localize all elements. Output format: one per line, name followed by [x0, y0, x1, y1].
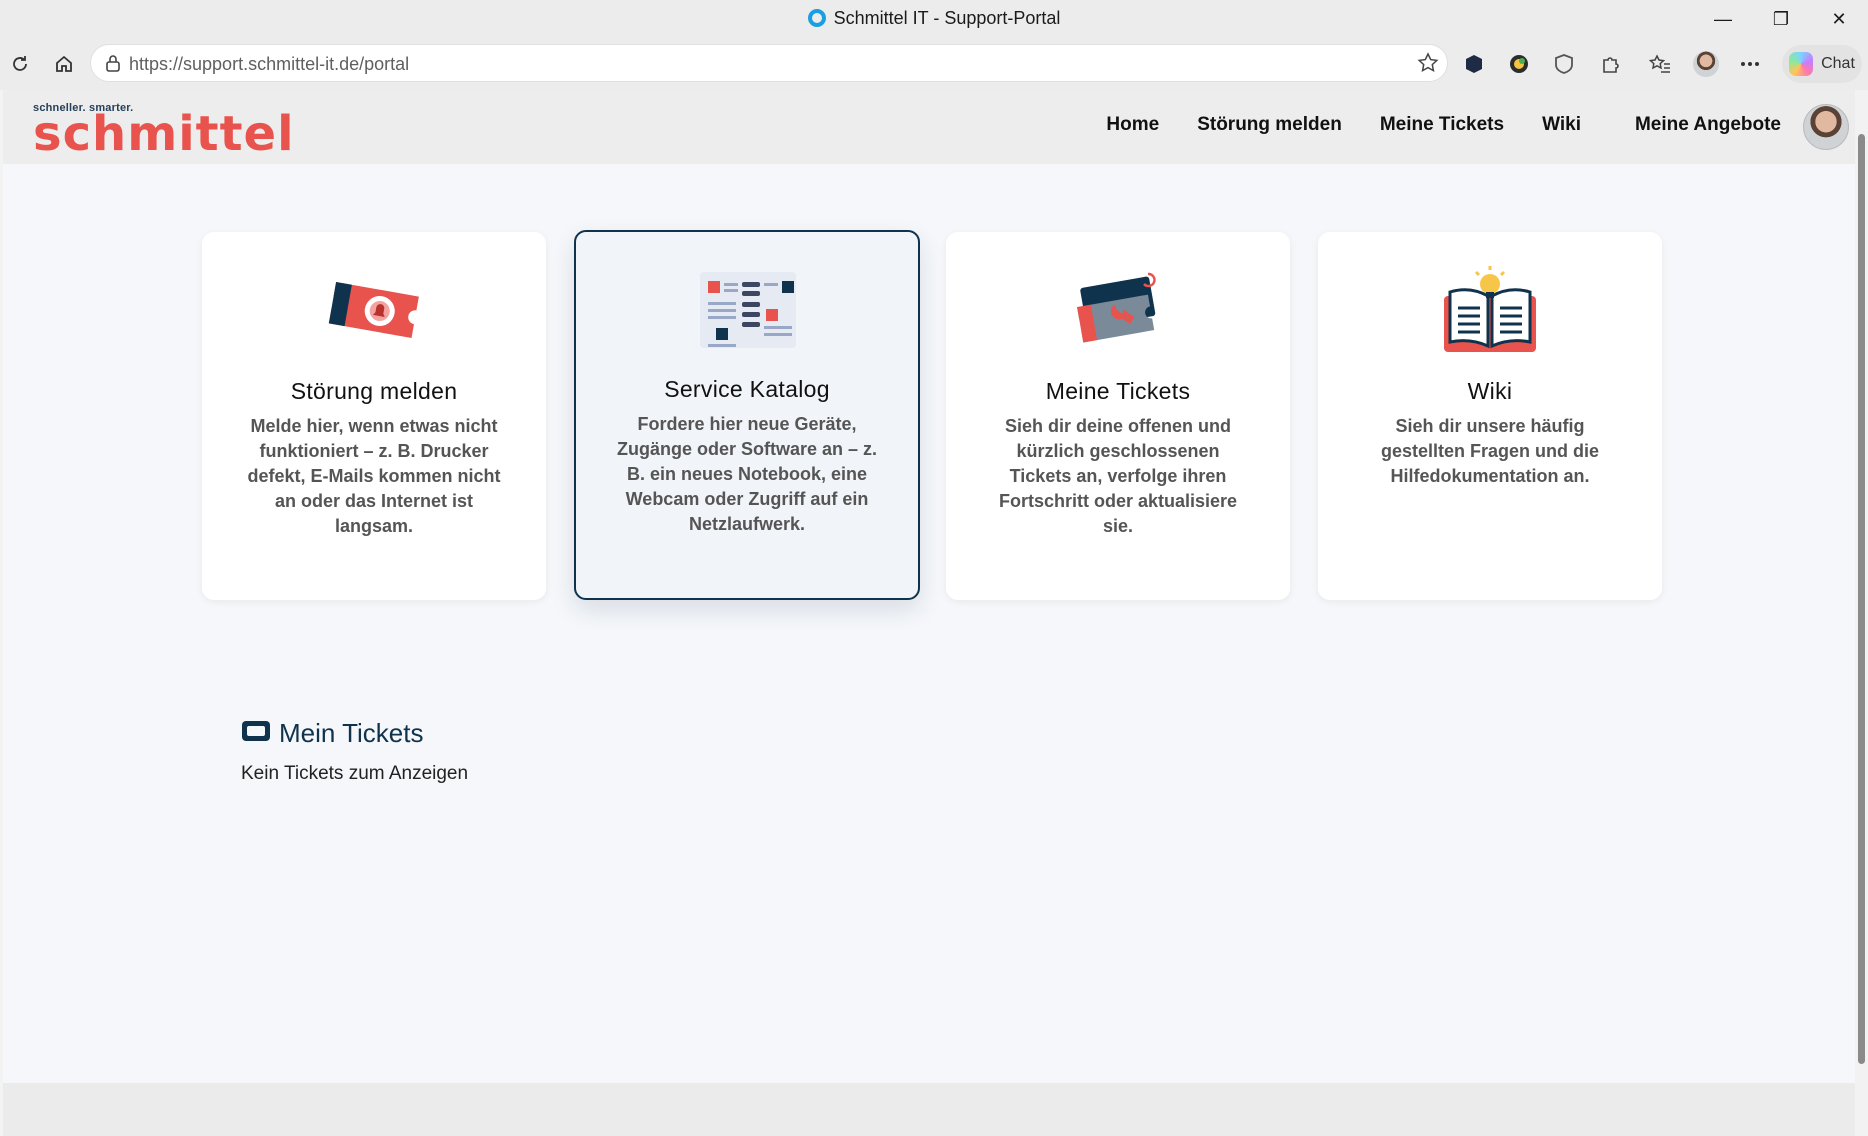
catalog-icon: [698, 264, 798, 354]
nav-meine-tickets[interactable]: Meine Tickets: [1380, 114, 1504, 136]
more-menu-icon[interactable]: [1736, 50, 1764, 78]
card-title: Wiki: [1467, 378, 1513, 404]
card-description: Sieh dir unsere häufig gestellten Fragen…: [1380, 416, 1600, 486]
address-bar[interactable]: https://support.schmittel-it.de/portal: [90, 44, 1448, 82]
scrollbar-thumb[interactable]: [1858, 134, 1865, 1064]
minimize-button[interactable]: —: [1694, 0, 1752, 38]
card-service-katalog[interactable]: Service Katalog Fordere hier neue Geräte…: [574, 230, 920, 600]
restore-button[interactable]: ❐: [1752, 0, 1810, 38]
profile-avatar-icon[interactable]: [1692, 50, 1720, 78]
close-window-button[interactable]: ✕: [1810, 0, 1868, 38]
main-navigation: Home Störung melden Meine Tickets Wiki M…: [1106, 114, 1781, 136]
site-info-icon[interactable]: [105, 54, 121, 77]
site-header: schneller. smarter. schmittel Home Störu…: [3, 90, 1855, 164]
window-titlebar: Schmittel IT - Support-Portal — ❐ ✕: [0, 0, 1868, 38]
card-meine-tickets[interactable]: Meine Tickets Sieh dir deine offenen und…: [946, 232, 1290, 600]
url-text: https://support.schmittel-it.de/portal: [129, 54, 410, 74]
card-title: Meine Tickets: [1045, 378, 1191, 404]
my-tickets-section: Mein Tickets Kein Tickets zum Anzeigen: [241, 718, 468, 785]
extension-shield-icon[interactable]: [1460, 50, 1488, 78]
favorites-list-icon[interactable]: [1646, 50, 1674, 78]
extension-ublock-icon[interactable]: [1550, 50, 1578, 78]
card-title: Störung melden: [290, 378, 458, 404]
page-scrollbar[interactable]: [1855, 90, 1868, 1136]
my-tickets-heading: Mein Tickets: [241, 718, 468, 749]
window-title: Schmittel IT - Support-Portal: [0, 8, 1868, 29]
favorite-star-icon[interactable]: [1417, 52, 1439, 79]
nav-wiki[interactable]: Wiki: [1542, 114, 1581, 136]
ticket-alert-icon: [324, 264, 424, 354]
copilot-chat-button[interactable]: Chat: [1782, 45, 1862, 83]
card-description: Sieh dir deine offenen und kürzlich gesc…: [998, 416, 1238, 536]
extension-colorful-icon[interactable]: [1505, 50, 1533, 78]
card-description: Fordere hier neue Geräte, Zugänge oder S…: [616, 414, 878, 534]
book-lightbulb-icon: [1440, 264, 1540, 354]
site-favicon-icon: [807, 9, 826, 27]
browser-toolbar: https://support.schmittel-it.de/portal C…: [0, 38, 1868, 90]
ticket-wrench-icon: [1068, 264, 1168, 354]
reload-icon[interactable]: [2, 46, 38, 82]
nav-meine-angebote[interactable]: Meine Angebote: [1635, 114, 1781, 136]
card-description: Melde hier, wenn etwas nicht funktionier…: [247, 416, 501, 536]
card-wiki[interactable]: Wiki Sieh dir unsere häufig gestellten F…: [1318, 232, 1662, 600]
no-tickets-message: Kein Tickets zum Anzeigen: [241, 763, 469, 784]
user-avatar[interactable]: [1803, 104, 1849, 150]
extensions-puzzle-icon[interactable]: [1596, 50, 1624, 78]
schmittel-logo[interactable]: schneller. smarter. schmittel: [33, 102, 295, 158]
nav-home[interactable]: Home: [1106, 114, 1159, 136]
home-icon[interactable]: [46, 46, 82, 82]
card-stoerung-melden[interactable]: Störung melden Melde hier, wenn etwas ni…: [202, 232, 546, 600]
card-title: Service Katalog: [664, 376, 830, 402]
copilot-icon: [1789, 52, 1814, 76]
ticket-icon: [241, 718, 271, 749]
nav-stoerung-melden[interactable]: Störung melden: [1197, 114, 1342, 136]
portal-page: schneller. smarter. schmittel Home Störu…: [3, 90, 1855, 1136]
page-footer: [3, 1083, 1855, 1136]
